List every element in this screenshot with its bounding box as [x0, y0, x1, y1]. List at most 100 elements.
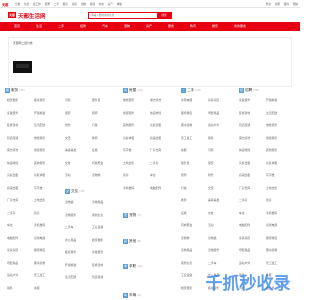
category-sub-item[interactable]: 维修服务	[266, 123, 277, 127]
city-switch[interactable]: 天都	[2, 2, 8, 7]
category-sub-item[interactable]: 服饰箱包	[266, 236, 277, 240]
category-sub-item[interactable]: 其他信息	[92, 213, 103, 217]
category-sub-item[interactable]: 其他信息	[181, 261, 192, 265]
category-sub-item[interactable]: 普工技工	[181, 136, 192, 140]
category-sub-item[interactable]: 电脑配件	[7, 236, 18, 240]
category-header[interactable]: 求求职(22)	[123, 264, 143, 270]
category-sub-item[interactable]: 文员	[65, 136, 71, 140]
category-sub-item[interactable]: 家用电器	[266, 223, 277, 227]
category-sub-item[interactable]: 新房	[266, 198, 272, 202]
category-sub-item[interactable]: 手机数码	[34, 223, 45, 227]
category-sub-item[interactable]: 宠物狗	[181, 236, 189, 240]
category-sub-item[interactable]: 服饰箱包	[34, 248, 45, 252]
nav-item[interactable]: 招聘	[74, 22, 92, 31]
category-sub-item[interactable]: 厂房仓库	[7, 198, 18, 202]
nav-item-home[interactable]: 首页	[8, 22, 26, 31]
category-sub-item[interactable]: 土地出售	[123, 161, 134, 165]
category-sub-item[interactable]: 运动户外	[208, 123, 219, 127]
category-sub-item[interactable]: 家具家居	[7, 248, 18, 252]
category-sub-item[interactable]: 服务员	[181, 161, 189, 165]
category-sub-item[interactable]: 房屋求租	[123, 136, 134, 140]
category-sub-item[interactable]: 图书音像	[266, 248, 277, 252]
category-sub-item[interactable]: 保洁清洗	[7, 148, 18, 152]
category-sub-item[interactable]: 保安	[65, 111, 71, 115]
category-title[interactable]: 房屋	[129, 88, 136, 92]
category-sub-item[interactable]: 生活配送	[266, 111, 277, 115]
category-header[interactable]: 二二手(18)	[181, 88, 201, 94]
category-title[interactable]: 求职	[129, 264, 136, 268]
category-sub-item[interactable]: 车位	[239, 211, 245, 215]
category-sub-item[interactable]: 二手房	[150, 161, 158, 165]
category-sub-item[interactable]: 商铺出租	[150, 136, 161, 140]
category-sub-item[interactable]: 交友	[208, 211, 214, 215]
category-sub-item[interactable]: 家具家居	[208, 98, 219, 102]
search-input[interactable]	[89, 12, 157, 18]
category-sub-item[interactable]: 行政	[181, 186, 187, 190]
category-sub-item[interactable]: 司机	[65, 98, 71, 102]
category-sub-item[interactable]: 房屋求租	[34, 173, 45, 177]
category-sub-item[interactable]: 厂房仓库	[239, 186, 250, 190]
category-sub-item[interactable]: 宠物服务	[208, 248, 219, 252]
category-header[interactable]: 招招聘(39)	[239, 88, 259, 94]
category-sub-item[interactable]: 开锁换锁	[65, 263, 76, 267]
category-header[interactable]: 其其他(8)	[123, 239, 141, 245]
category-sub-item[interactable]: 旅游服务	[34, 148, 45, 152]
category-sub-item[interactable]: 旅游服务	[123, 111, 134, 115]
category-sub-item[interactable]: 宠物用品	[181, 248, 192, 252]
category-sub-item[interactable]: 房屋出租	[150, 123, 161, 127]
top-link[interactable]: 宠物	[81, 3, 86, 6]
category-sub-item[interactable]: 教师	[181, 198, 187, 202]
category-title[interactable]: 车辆	[129, 293, 136, 297]
category-sub-item[interactable]: 手机数码	[123, 186, 134, 190]
category-sub-item[interactable]: 图书音像	[34, 261, 45, 265]
category-sub-item[interactable]: 开锁换锁	[34, 111, 45, 115]
category-title[interactable]: 其他	[129, 239, 136, 243]
register-link[interactable]: 注册	[275, 3, 280, 6]
category-sub-item[interactable]: 交友	[65, 161, 71, 165]
site-logo[interactable]: 天都生活网	[18, 12, 46, 20]
category-sub-item[interactable]: 电脑配件	[239, 223, 250, 227]
category-sub-item[interactable]: 开锁换锁	[266, 98, 277, 102]
category-sub-item[interactable]: 其他服务	[123, 123, 134, 127]
top-link[interactable]: 招聘	[45, 3, 50, 6]
category-sub-item[interactable]: 母婴用品	[7, 261, 18, 265]
category-sub-item[interactable]: 二手房	[239, 198, 247, 202]
category-sub-item[interactable]: 其他服务	[34, 161, 45, 165]
category-sub-item[interactable]: 写字楼	[34, 186, 42, 190]
category-sub-item[interactable]: 销售	[7, 286, 13, 290]
category-title[interactable]: 交友	[71, 189, 78, 193]
my-account-link[interactable]: 我的	[284, 3, 289, 6]
category-sub-item[interactable]: 同城聚会	[92, 161, 103, 165]
top-link[interactable]: 二手	[54, 3, 59, 6]
category-title[interactable]: 宠物	[129, 213, 136, 217]
category-sub-item[interactable]: 装修建材	[92, 263, 103, 267]
category-sub-item[interactable]: 生活配送	[34, 123, 45, 127]
category-sub-item[interactable]: 宠物猫	[208, 236, 216, 240]
category-sub-item[interactable]: 新房	[34, 211, 40, 215]
category-sub-item[interactable]: 保安	[208, 161, 214, 165]
category-sub-item[interactable]: 美容美发	[208, 198, 219, 202]
category-sub-item[interactable]: 生活配送	[65, 275, 76, 279]
login-link[interactable]: 登录	[266, 3, 271, 6]
category-sub-item[interactable]: 文员	[208, 186, 214, 190]
category-sub-item[interactable]: 家用电器	[34, 236, 45, 240]
category-sub-item[interactable]: 搬家服务	[34, 98, 45, 102]
category-sub-item[interactable]: 运动户外	[7, 273, 18, 277]
category-sub-item[interactable]: 服务员	[92, 98, 100, 102]
category-sub-item[interactable]: 活动	[65, 173, 71, 177]
category-sub-item[interactable]: 快递物流	[7, 161, 18, 165]
category-sub-item[interactable]: 电脑配件	[150, 186, 161, 190]
category-sub-item[interactable]: 宠物狗	[92, 173, 100, 177]
category-sub-item[interactable]: 美容美发	[65, 148, 76, 152]
category-sub-item[interactable]: 商铺出租	[239, 173, 250, 177]
nav-item[interactable]: 娱乐	[206, 22, 224, 31]
category-sub-item[interactable]: 厂房仓库	[150, 148, 161, 152]
category-sub-item[interactable]: 装修建材	[239, 111, 250, 115]
logo-icon[interactable]: 天都	[8, 12, 16, 18]
category-sub-item[interactable]: 保洁清洗	[150, 98, 161, 102]
category-sub-item[interactable]: 写字楼	[123, 148, 131, 152]
search-button[interactable]: 搜索	[157, 12, 171, 18]
top-link[interactable]: 商铺	[90, 3, 95, 6]
category-sub-item[interactable]: 管道疏通	[92, 275, 103, 279]
nav-item[interactable]: 教育	[184, 22, 202, 31]
